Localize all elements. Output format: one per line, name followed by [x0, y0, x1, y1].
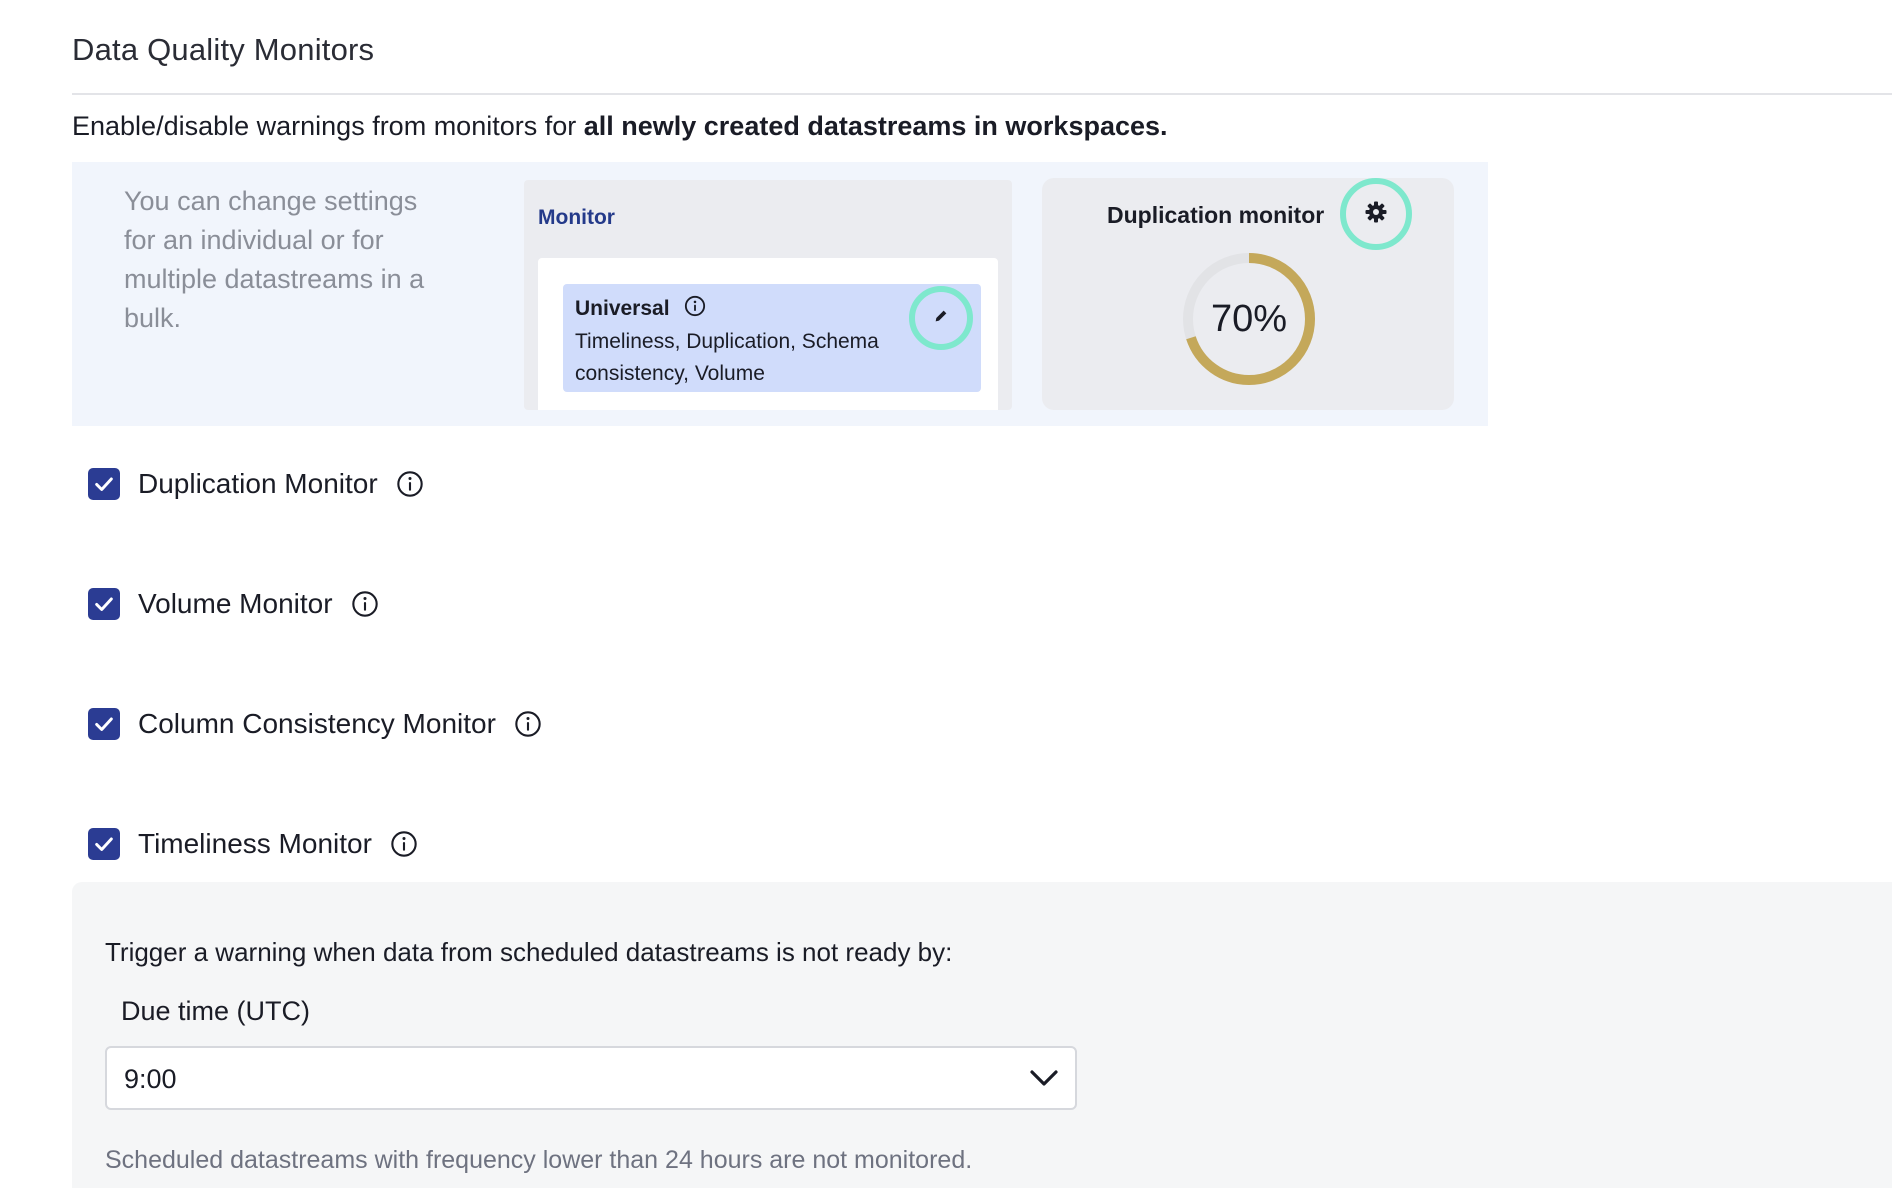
monitor-row-column-consistency[interactable]: Column Consistency Monitor [88, 704, 542, 744]
info-icon[interactable] [396, 470, 424, 498]
frequency-note: Scheduled datastreams with frequency low… [105, 1146, 973, 1174]
trigger-description: Trigger a warning when data from schedul… [105, 937, 953, 967]
duplication-label: Duplication Monitor [138, 468, 378, 499]
pencil-icon [933, 308, 949, 329]
info-icon[interactable] [390, 830, 418, 858]
info-panel: You can change settings for an individua… [72, 162, 1488, 426]
intro-bold: all newly created datastreams in workspa… [583, 111, 1168, 141]
info-panel-text: You can change settings for an individua… [124, 186, 425, 333]
check-icon [95, 597, 113, 611]
due-time-label: Due time (UTC) [121, 996, 311, 1026]
due-time-select[interactable]: 9:00 [105, 1046, 1077, 1110]
title-divider [72, 93, 1892, 95]
duplication-checkbox[interactable] [88, 468, 120, 500]
universal-item-description: Timeliness, Duplication, Schema consiste… [575, 330, 879, 385]
monitor-illustration: Monitor Universal Timeliness, Duplicatio… [524, 180, 1012, 410]
volume-label: Volume Monitor [138, 588, 333, 619]
monitor-row-volume[interactable]: Volume Monitor [88, 584, 379, 624]
universal-monitor-item: Universal Timeliness, Duplication, Schem… [563, 284, 981, 392]
duplication-gauge: 70% [1178, 248, 1320, 390]
settings-highlight-ring [1340, 178, 1412, 250]
timeliness-checkbox[interactable] [88, 828, 120, 860]
column-consistency-label: Column Consistency Monitor [138, 708, 496, 739]
duplication-illustration: Duplication monitor 70% [1042, 178, 1454, 410]
timeliness-label: Timeliness Monitor [138, 828, 372, 859]
gear-icon [1364, 200, 1388, 229]
column-consistency-checkbox[interactable] [88, 708, 120, 740]
monitor-row-timeliness[interactable]: Timeliness Monitor [88, 824, 418, 864]
check-icon [95, 837, 113, 851]
universal-item-title: Universal [575, 297, 670, 320]
monitor-illustration-title: Monitor [538, 206, 615, 229]
volume-checkbox[interactable] [88, 588, 120, 620]
page-title: Data Quality Monitors [72, 32, 375, 67]
monitor-illustration-card: Universal Timeliness, Duplication, Schem… [538, 258, 998, 410]
universal-item-header: Universal [575, 295, 706, 323]
timeliness-settings-panel: Trigger a warning when data from schedul… [72, 882, 1892, 1188]
intro-text: Enable/disable warnings from monitors fo… [72, 111, 1168, 142]
monitor-row-duplication[interactable]: Duplication Monitor [88, 464, 424, 504]
info-icon[interactable] [351, 590, 379, 618]
check-icon [95, 717, 113, 731]
edit-highlight-ring [909, 286, 973, 350]
info-icon[interactable] [514, 710, 542, 738]
chevron-down-icon [1029, 1067, 1059, 1094]
info-icon [684, 295, 706, 323]
gauge-value: 70% [1210, 297, 1288, 340]
due-time-value: 9:00 [124, 1064, 177, 1094]
duplication-illustration-title: Duplication monitor [1107, 202, 1325, 228]
intro-prefix: Enable/disable warnings from monitors fo… [72, 111, 584, 141]
check-icon [95, 477, 113, 491]
